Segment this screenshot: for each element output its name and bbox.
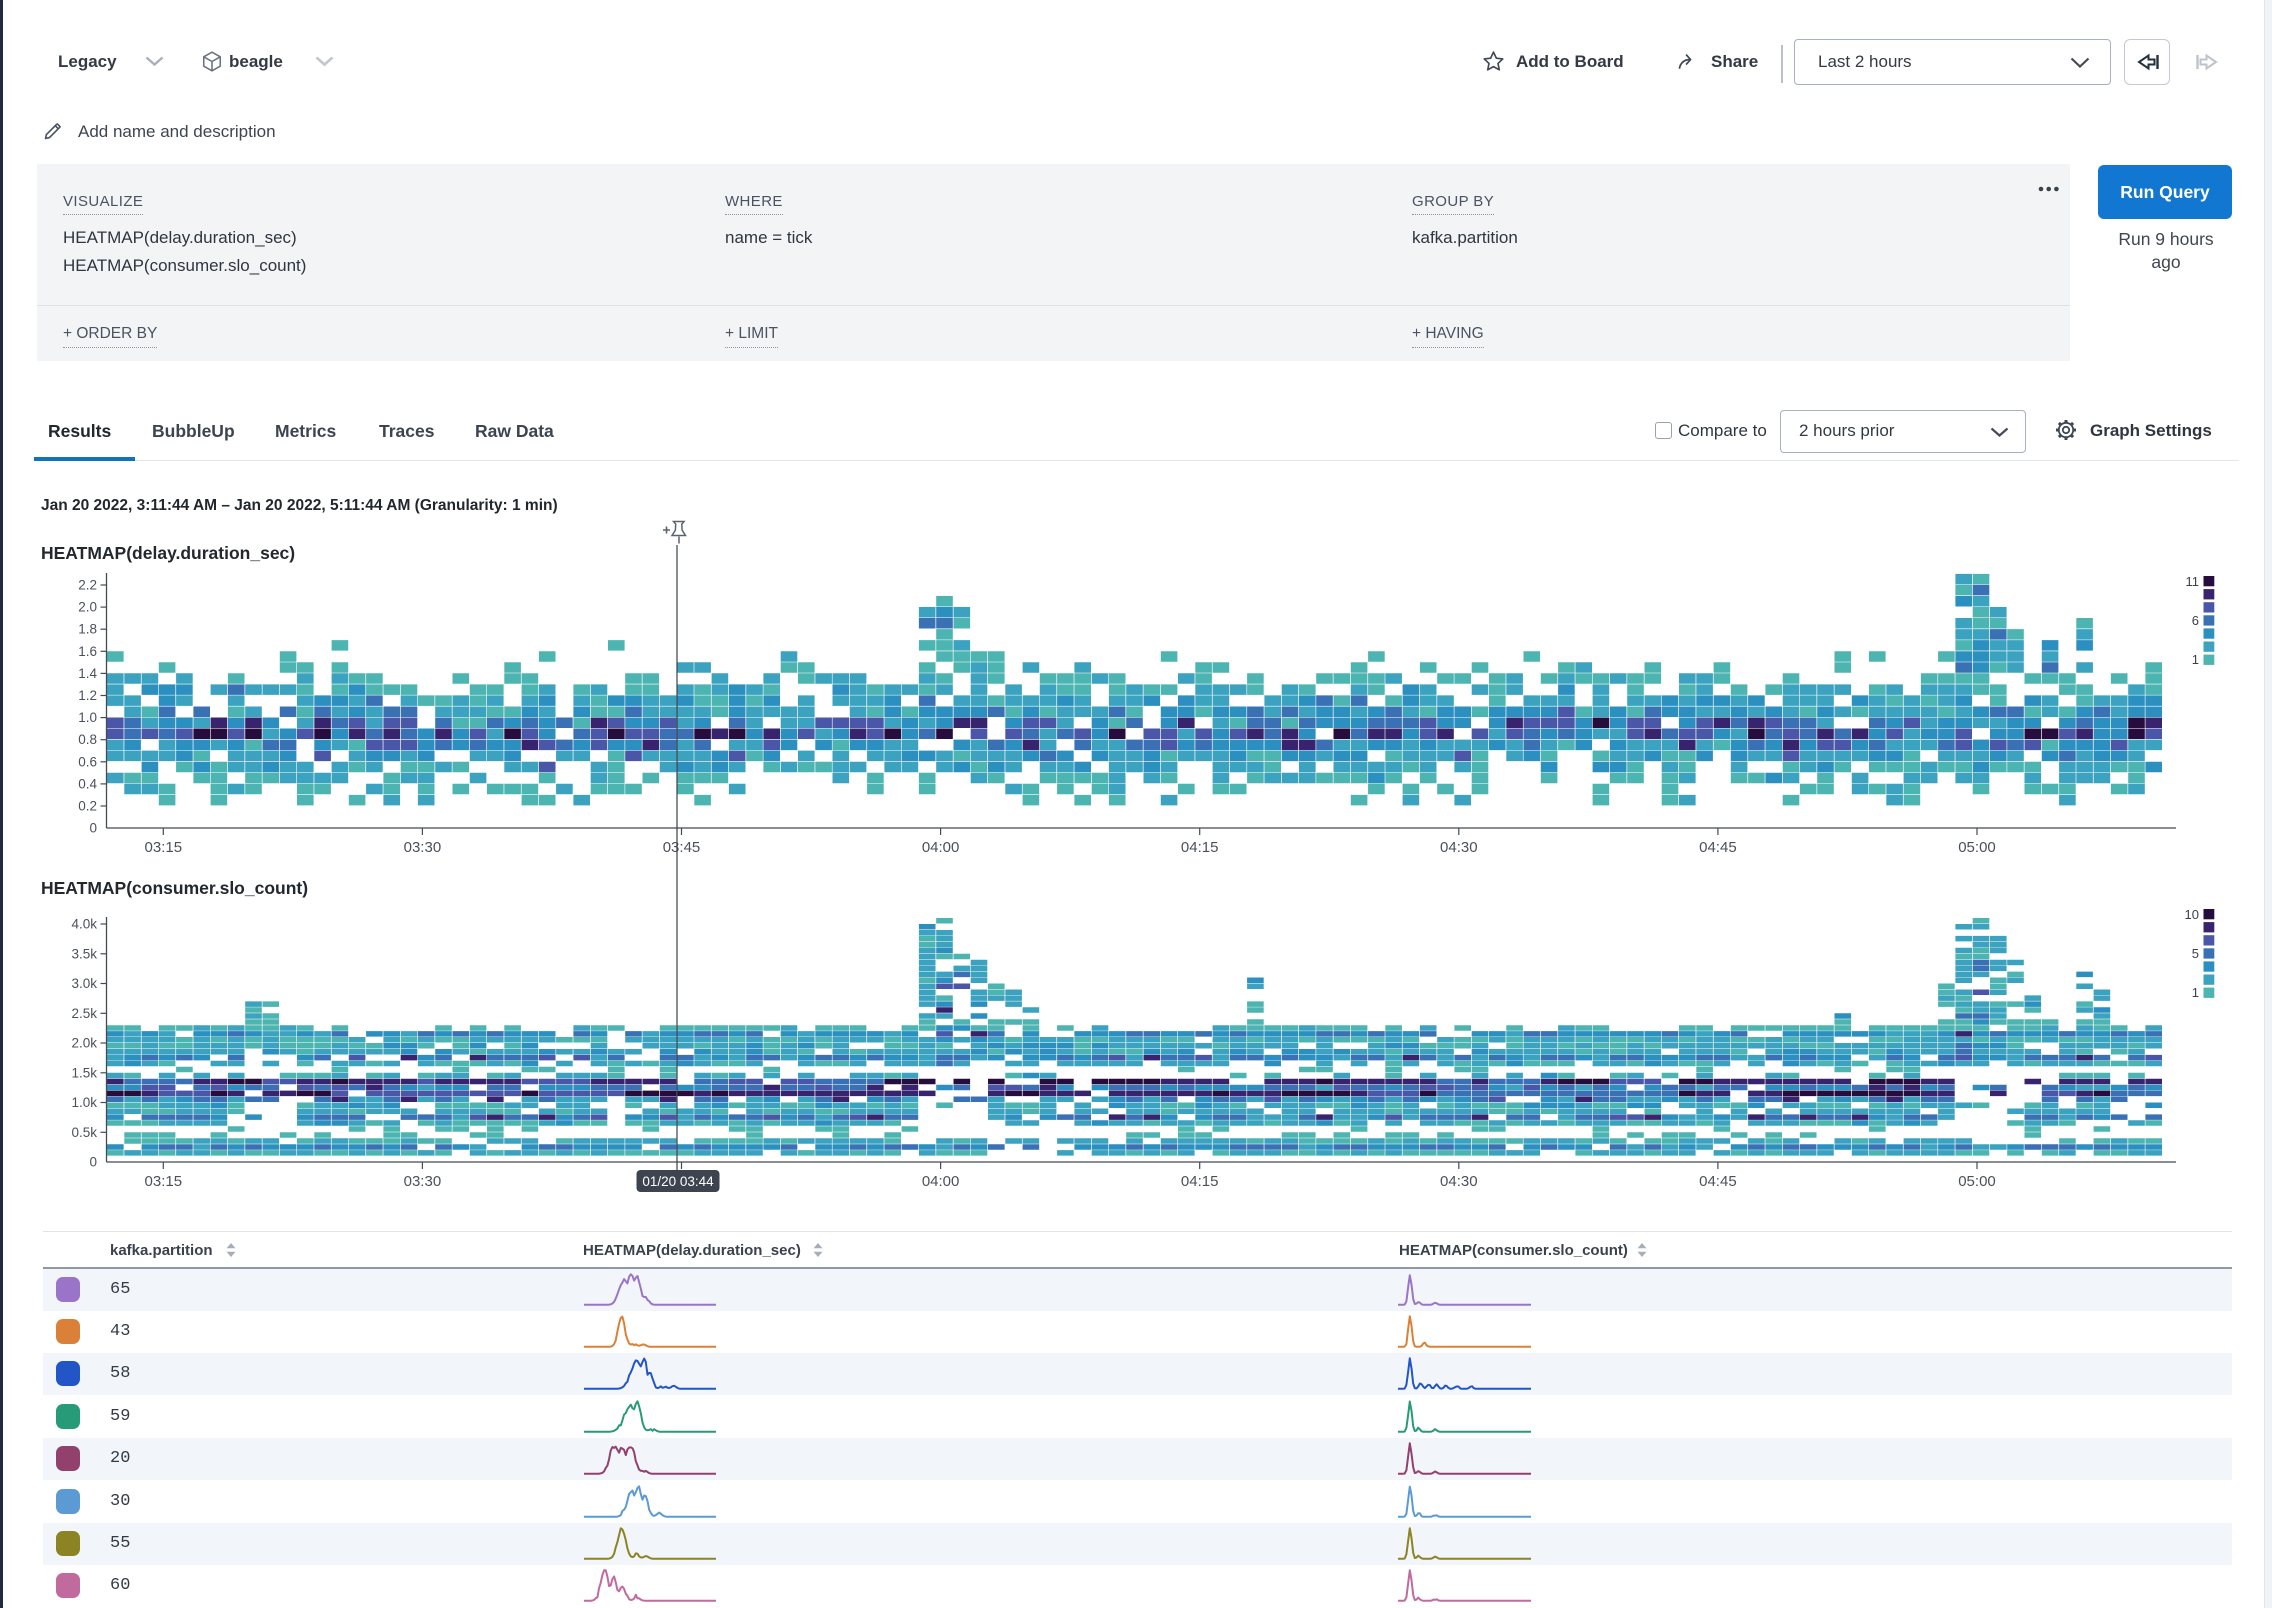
svg-text:04:15: 04:15	[1181, 1173, 1219, 1190]
svg-text:03:30: 03:30	[404, 1173, 442, 1190]
svg-text:3.5k: 3.5k	[71, 946, 97, 961]
svg-text:04:30: 04:30	[1440, 1173, 1478, 1190]
svg-text:04:00: 04:00	[922, 839, 960, 856]
svg-text:1.2: 1.2	[78, 688, 97, 703]
svg-text:1.6: 1.6	[78, 644, 97, 659]
svg-text:2.0: 2.0	[78, 600, 97, 615]
svg-text:0.5k: 0.5k	[71, 1125, 97, 1140]
svg-text:5: 5	[2192, 946, 2199, 961]
svg-text:1.5k: 1.5k	[71, 1065, 97, 1080]
svg-text:0.8: 0.8	[78, 732, 97, 747]
svg-text:1.8: 1.8	[78, 622, 97, 637]
svg-text:03:30: 03:30	[404, 839, 442, 856]
svg-text:1.0: 1.0	[78, 710, 97, 725]
svg-text:03:45: 03:45	[663, 839, 701, 856]
svg-text:4.0k: 4.0k	[71, 917, 97, 932]
svg-text:0.4: 0.4	[78, 776, 97, 791]
svg-text:04:45: 04:45	[1699, 839, 1737, 856]
svg-text:HEATMAP(consumer.slo_count): HEATMAP(consumer.slo_count)	[41, 878, 308, 898]
svg-text:1: 1	[2192, 985, 2199, 1000]
svg-text:04:00: 04:00	[922, 1173, 960, 1190]
svg-text:0: 0	[89, 1155, 97, 1170]
svg-text:1.0k: 1.0k	[71, 1095, 97, 1110]
svg-text:04:45: 04:45	[1699, 1173, 1737, 1190]
svg-text:2.5k: 2.5k	[71, 1006, 97, 1021]
svg-text:1: 1	[2192, 652, 2199, 667]
svg-text:2.2: 2.2	[78, 578, 97, 593]
svg-text:05:00: 05:00	[1958, 1173, 1996, 1190]
svg-text:0.6: 0.6	[78, 754, 97, 769]
svg-text:04:15: 04:15	[1181, 839, 1219, 856]
svg-text:0: 0	[89, 821, 97, 836]
svg-text:03:15: 03:15	[145, 839, 183, 856]
svg-text:HEATMAP(delay.duration_sec): HEATMAP(delay.duration_sec)	[41, 543, 295, 563]
svg-text:6: 6	[2192, 613, 2199, 628]
svg-text:10: 10	[2185, 907, 2199, 922]
svg-text:05:00: 05:00	[1958, 839, 1996, 856]
svg-text:1.4: 1.4	[78, 666, 97, 681]
svg-text:0.2: 0.2	[78, 799, 97, 814]
svg-text:03:15: 03:15	[145, 1173, 183, 1190]
svg-text:3.0k: 3.0k	[71, 976, 97, 991]
svg-text:04:30: 04:30	[1440, 839, 1478, 856]
svg-text:01/20 03:44: 01/20 03:44	[642, 1174, 714, 1189]
svg-text:2.0k: 2.0k	[71, 1036, 97, 1051]
svg-text:11: 11	[2186, 574, 2200, 589]
